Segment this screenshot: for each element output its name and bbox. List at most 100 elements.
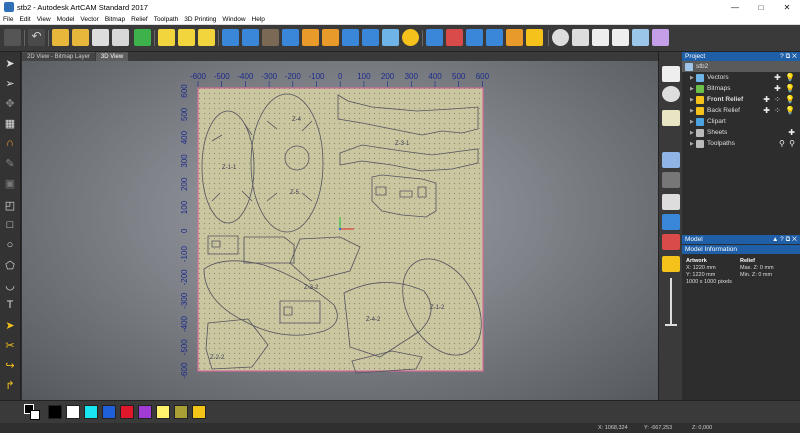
- tree-item-actions[interactable]: ✚ ⁘ 💡: [763, 106, 796, 115]
- menu-help[interactable]: Help: [252, 16, 265, 23]
- shape-editor-icon[interactable]: [222, 29, 239, 46]
- tree-item-sheets[interactable]: ▶ Sheets ✚: [682, 127, 800, 138]
- polyline-icon[interactable]: ◰: [3, 198, 17, 212]
- tree-item-actions[interactable]: ✚ ⁘ 💡: [763, 95, 796, 104]
- color-swatch[interactable]: [120, 405, 134, 419]
- circle-icon[interactable]: ○: [3, 238, 17, 252]
- tree-item-vectors[interactable]: ▶ Vectors ✚ 💡: [682, 72, 800, 83]
- project-root[interactable]: stb2: [682, 61, 800, 72]
- smooth-relief-icon[interactable]: [342, 29, 359, 46]
- texture-relief-icon[interactable]: [322, 29, 339, 46]
- toolpath-summary-icon[interactable]: [632, 29, 649, 46]
- relief-clipart-icon[interactable]: [382, 29, 399, 46]
- color-swatch[interactable]: [66, 405, 80, 419]
- fillet-icon[interactable]: ↪: [3, 358, 17, 372]
- tree-item-back-relief[interactable]: ▶ Back Relief ✚ ⁘ 💡: [682, 105, 800, 116]
- view-iso-icon[interactable]: [662, 110, 680, 126]
- relief-offset-icon[interactable]: [466, 29, 483, 46]
- text-icon[interactable]: T: [3, 298, 17, 312]
- magnet-icon[interactable]: ∩: [3, 136, 17, 150]
- 3d-viewport[interactable]: -600 -500 -400 -300 -200 -100 0 100 200 300 400 500…: [22, 61, 658, 400]
- select-region-icon[interactable]: ▣: [3, 176, 17, 190]
- extrude-icon[interactable]: [242, 29, 259, 46]
- new-document-icon[interactable]: [92, 29, 109, 46]
- tree-item-toolpaths[interactable]: ▶ Toolpaths ⚲ ⚲: [682, 138, 800, 149]
- tab-3d-view[interactable]: 3D View: [95, 52, 129, 61]
- menu-model[interactable]: Model: [57, 16, 75, 23]
- grid-icon[interactable]: ▦: [3, 116, 17, 130]
- move-icon[interactable]: ✥: [3, 96, 17, 110]
- tree-item-actions[interactable]: ⚲ ⚲: [779, 139, 796, 148]
- model-panel-controls[interactable]: ▲ ? ⧉ ✕: [772, 236, 797, 244]
- pen-icon[interactable]: ✎: [3, 156, 17, 170]
- paint-drop-icon[interactable]: [402, 29, 419, 46]
- relief-layer-icon[interactable]: [112, 29, 129, 46]
- view-flip-icon[interactable]: [662, 172, 680, 188]
- node-edit-icon[interactable]: [158, 29, 175, 46]
- view-cube-icon[interactable]: [662, 66, 680, 82]
- menu-3d-printing[interactable]: 3D Printing: [184, 16, 216, 23]
- relief-texture-icon[interactable]: [506, 29, 523, 46]
- layer-yellow-icon[interactable]: [662, 256, 680, 272]
- tools-icon[interactable]: [572, 29, 589, 46]
- color-swatch[interactable]: [156, 405, 170, 419]
- menu-relief[interactable]: Relief: [131, 16, 148, 23]
- sculpt-icon[interactable]: [362, 29, 379, 46]
- trim-icon[interactable]: ➤: [3, 318, 17, 332]
- relief-eraser-icon[interactable]: [446, 29, 463, 46]
- tab-2d-view[interactable]: 2D View - Bitmap Layer: [22, 52, 95, 61]
- tree-item-bitmaps[interactable]: ▶ Bitmaps ✚ 💡: [682, 83, 800, 94]
- slider-track[interactable]: [670, 278, 672, 324]
- tree-item-front-relief[interactable]: ▶ Front Relief ✚ ⁘ 💡: [682, 94, 800, 105]
- menu-bitmap[interactable]: Bitmap: [105, 16, 125, 23]
- slider-handle[interactable]: [665, 324, 677, 326]
- zoom-icon[interactable]: [662, 86, 680, 102]
- tree-item-clipart[interactable]: ▶ Clipart: [682, 116, 800, 127]
- menu-toolpath[interactable]: Toolpath: [154, 16, 179, 23]
- color-swatch[interactable]: [102, 405, 116, 419]
- smooth-vector-icon[interactable]: [198, 29, 215, 46]
- two-rail-sweep-icon[interactable]: [302, 29, 319, 46]
- node-select-icon[interactable]: ➢: [3, 76, 17, 90]
- tree-item-actions[interactable]: ✚ 💡: [774, 84, 796, 93]
- menu-view[interactable]: View: [37, 16, 51, 23]
- color-swatch[interactable]: [84, 405, 98, 419]
- close-button[interactable]: ✕: [774, 0, 800, 14]
- tree-item-actions[interactable]: ✚: [788, 128, 796, 137]
- color-swatch[interactable]: [192, 405, 206, 419]
- maximize-button[interactable]: □: [748, 0, 774, 14]
- cut-icon[interactable]: ✂: [3, 338, 17, 352]
- project-panel-controls[interactable]: ? ⧉ ✕: [780, 53, 797, 61]
- view-shaded-icon[interactable]: [662, 152, 680, 168]
- relief-scale-icon[interactable]: [486, 29, 503, 46]
- tree-item-actions[interactable]: ✚ 💡: [774, 73, 796, 82]
- secondary-color-icon[interactable]: [30, 410, 40, 420]
- layer-blue-icon[interactable]: [662, 214, 680, 230]
- open-project-icon[interactable]: [72, 29, 89, 46]
- arc-icon[interactable]: ◡: [3, 278, 17, 292]
- rectangle-icon[interactable]: □: [3, 218, 17, 232]
- color-swatch[interactable]: [48, 405, 62, 419]
- chamfer-icon[interactable]: ↱: [3, 378, 17, 392]
- layer-red-icon[interactable]: [662, 234, 680, 250]
- minimize-button[interactable]: —: [722, 0, 748, 14]
- save-icon[interactable]: [4, 29, 21, 46]
- relief-reset-icon[interactable]: [426, 29, 443, 46]
- swept-profile-icon[interactable]: [282, 29, 299, 46]
- download-icon[interactable]: [612, 29, 629, 46]
- menu-edit[interactable]: Edit: [19, 16, 30, 23]
- menu-file[interactable]: File: [3, 16, 13, 23]
- view-rotate-icon[interactable]: [662, 194, 680, 210]
- color-swatch[interactable]: [138, 405, 152, 419]
- spin-icon[interactable]: [262, 29, 279, 46]
- menu-window[interactable]: Window: [222, 16, 245, 23]
- simulation-icon[interactable]: [652, 29, 669, 46]
- open-folder-icon[interactable]: [52, 29, 69, 46]
- polygon-icon[interactable]: ⬠: [3, 258, 17, 272]
- relief-merge-icon[interactable]: [526, 29, 543, 46]
- undo-icon[interactable]: ↶: [28, 29, 45, 46]
- color-swatch[interactable]: [174, 405, 188, 419]
- select-arrow-icon[interactable]: ➤: [3, 56, 17, 70]
- vector-points-icon[interactable]: [178, 29, 195, 46]
- measure-icon[interactable]: [552, 29, 569, 46]
